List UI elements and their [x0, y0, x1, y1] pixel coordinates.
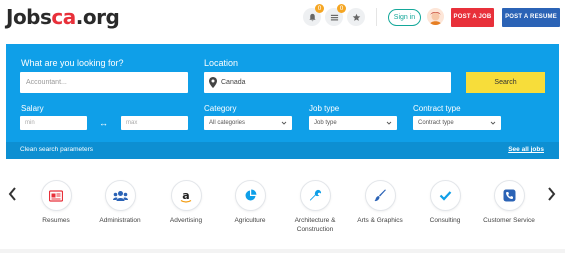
- star-icon: [352, 13, 360, 21]
- list-icon: [330, 14, 338, 20]
- carousel-next-arrow-icon[interactable]: [546, 186, 556, 202]
- clean-search-link[interactable]: Clean search parameters: [20, 146, 93, 153]
- contract-type-label: Contract type: [413, 104, 461, 113]
- check-icon: [439, 191, 451, 201]
- favorites-button[interactable]: [347, 8, 365, 26]
- category-value: All categories: [209, 120, 246, 126]
- notifications-button[interactable]: 0: [303, 4, 324, 26]
- category-icon-circle: [429, 180, 461, 211]
- contract-type-value: Contract type: [418, 120, 454, 126]
- category-icon-circle: [104, 180, 136, 211]
- post-resume-button[interactable]: POST A RESUME: [502, 8, 560, 27]
- category-label: Category: [204, 104, 237, 113]
- location-label: Location: [204, 58, 239, 68]
- location-input[interactable]: Canada: [204, 72, 451, 93]
- search-panel-footer: Clean search parameters See all jobs: [6, 142, 559, 159]
- users-icon: [112, 190, 128, 201]
- user-avatar[interactable]: [427, 8, 444, 25]
- location-pin-icon: [209, 77, 217, 88]
- salary-min-input[interactable]: min: [20, 116, 87, 130]
- category-label: Resumes: [42, 217, 70, 224]
- category-item-resumes[interactable]: Resumes: [23, 180, 89, 225]
- category-item-agriculture[interactable]: Agriculture: [217, 180, 283, 225]
- header-divider: [376, 8, 377, 26]
- category-label: Administration: [99, 217, 141, 224]
- search-panel: What are you looking for? Accountant... …: [6, 44, 559, 159]
- category-item-architecture[interactable]: Architecture & Construction: [282, 180, 348, 234]
- page: Jobsca.org 0 0 Sign in POST A JOB POST A…: [0, 0, 565, 253]
- svg-text:a: a: [182, 189, 189, 202]
- category-item-arts-graphics[interactable]: Arts & Graphics: [347, 180, 413, 225]
- amazon-icon: a: [180, 189, 192, 203]
- category-icon-circle: [234, 180, 266, 211]
- bell-icon: [308, 13, 316, 21]
- see-all-jobs-link[interactable]: See all jobs: [508, 146, 544, 153]
- category-label: Architecture & Construction: [294, 217, 336, 233]
- category-label: Advertising: [169, 217, 203, 224]
- category-icon-circle: a: [170, 180, 202, 211]
- site-logo[interactable]: Jobsca.org: [6, 5, 120, 29]
- page-bottom-divider: [0, 249, 565, 253]
- category-item-customer-service[interactable]: Customer Service: [476, 180, 542, 225]
- category-icon-circle: [493, 180, 525, 211]
- saved-list-button[interactable]: 0: [325, 4, 346, 26]
- what-label: What are you looking for?: [21, 58, 124, 68]
- site-header: Jobsca.org 0 0 Sign in POST A JOB POST A…: [0, 0, 565, 34]
- job-type-label: Job type: [309, 104, 340, 113]
- list-count-badge: 0: [337, 4, 346, 13]
- chevron-down-icon: [281, 121, 287, 125]
- category-select[interactable]: All categories: [204, 116, 292, 130]
- category-icon-circle: [364, 180, 396, 211]
- notification-count-badge: 0: [315, 4, 324, 13]
- category-label: Customer Service: [483, 217, 535, 224]
- chevron-down-icon: [490, 121, 496, 125]
- salary-label: Salary: [21, 104, 44, 113]
- category-label: Consulting: [429, 217, 461, 224]
- keyword-input[interactable]: Accountant...: [20, 72, 188, 93]
- category-icon-circle: [40, 180, 72, 211]
- carousel-prev-arrow-icon[interactable]: [8, 186, 18, 202]
- brush-icon: [374, 189, 386, 202]
- category-label: Agriculture: [234, 217, 266, 224]
- resume-icon: [49, 189, 63, 202]
- signin-button[interactable]: Sign in: [388, 9, 421, 26]
- category-item-administration[interactable]: Administration: [87, 180, 153, 225]
- contract-type-select[interactable]: Contract type: [413, 116, 501, 130]
- job-type-select[interactable]: Job type: [309, 116, 397, 130]
- category-label: Arts & Graphics: [357, 217, 403, 224]
- category-item-advertising[interactable]: a Advertising: [153, 180, 219, 225]
- search-button[interactable]: Search: [466, 72, 545, 93]
- range-arrows-icon: ↔: [99, 118, 108, 128]
- avatar-icon: [427, 8, 444, 25]
- phone-icon: [503, 189, 515, 202]
- category-icon-circle: [299, 180, 331, 211]
- category-item-consulting[interactable]: Consulting: [412, 180, 478, 225]
- salary-max-input[interactable]: max: [121, 116, 188, 130]
- job-type-value: Job type: [314, 120, 337, 126]
- chevron-down-icon: [386, 121, 392, 125]
- wrench-icon: [309, 189, 321, 201]
- post-job-button[interactable]: POST A JOB: [451, 8, 494, 27]
- pie-chart-icon: [245, 189, 256, 201]
- location-value: Canada: [221, 79, 246, 86]
